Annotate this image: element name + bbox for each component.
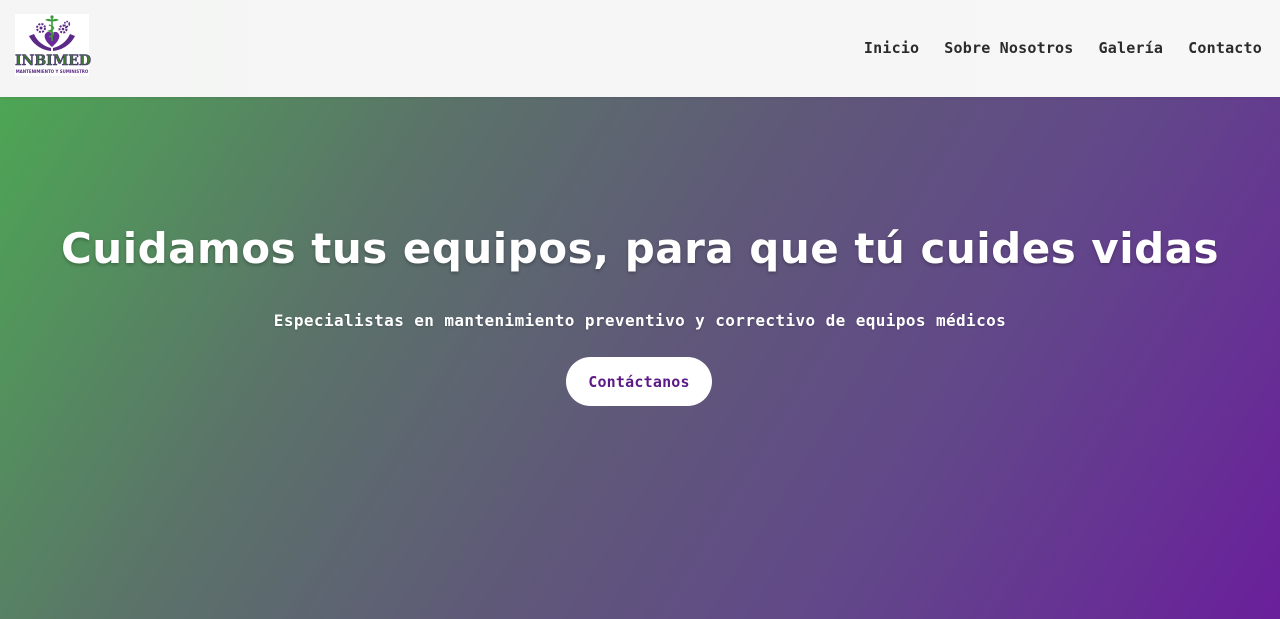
- hero-subtitle: Especialistas en mantenimiento preventiv…: [273, 311, 1007, 330]
- hero-title: Cuidamos tus equipos, para que tú cuides…: [60, 224, 1219, 273]
- logo-tagline: MANTENIMIENTO Y SUMINISTRO: [15, 69, 89, 74]
- medical-hands-icon: [29, 15, 75, 51]
- nav-link-galeria[interactable]: Galería: [1099, 37, 1164, 59]
- site-header: INBIMED MANTENIMIENTO Y SUMINISTRO Inici…: [0, 0, 1280, 97]
- main-nav: Inicio Sobre Nosotros Galería Contacto: [864, 37, 1262, 59]
- hero-section: Cuidamos tus equipos, para que tú cuides…: [0, 97, 1280, 619]
- logo-wordmark: INBIMED: [15, 53, 92, 70]
- nav-link-sobre-nosotros[interactable]: Sobre Nosotros: [944, 37, 1073, 59]
- logo[interactable]: INBIMED MANTENIMIENTO Y SUMINISTRO: [15, 14, 92, 76]
- nav-link-contacto[interactable]: Contacto: [1188, 37, 1262, 59]
- nav-link-inicio[interactable]: Inicio: [864, 37, 919, 59]
- contact-cta-button[interactable]: Contáctanos: [566, 357, 712, 406]
